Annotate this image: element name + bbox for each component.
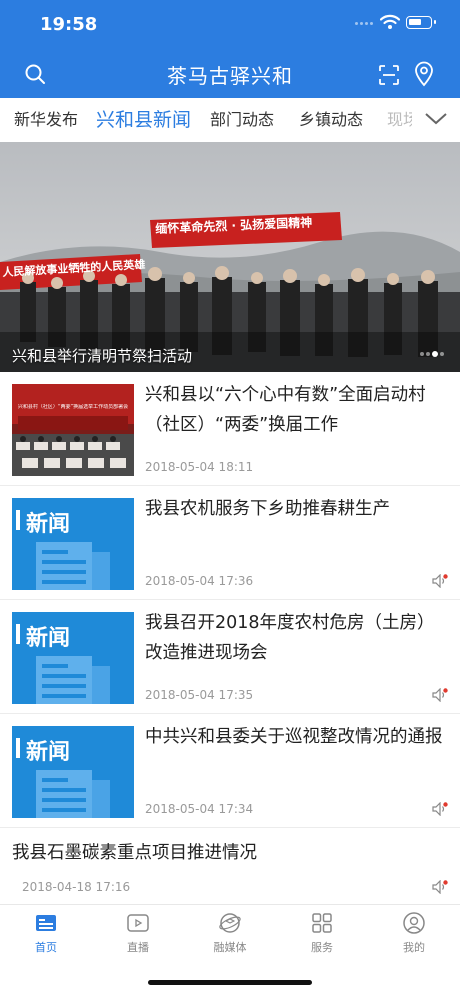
- news-date: 2018-05-04 18:11: [145, 460, 254, 474]
- news-item[interactable]: 我县石墨碳素重点项目推进情况 2018-04-18 17:16: [0, 828, 460, 904]
- scan-icon[interactable]: [378, 64, 400, 86]
- battery-icon: [406, 16, 436, 29]
- location-icon[interactable]: [414, 61, 434, 87]
- news-date: 2018-05-04 17:36: [145, 574, 254, 588]
- news-item[interactable]: 新闻 我县召开2018年度农村危房（土房）改造推进现场会 2018-05-04 …: [0, 600, 460, 714]
- signal-icon: [355, 22, 377, 28]
- news-title: 我县石墨碳素重点项目推进情况: [12, 843, 257, 863]
- home-indicator[interactable]: [148, 980, 312, 985]
- thumbnail-label: 新闻: [26, 512, 71, 537]
- news-title: 兴和县以“六个心中有数”全面启动村（社区）“两委”换届工作: [145, 385, 426, 435]
- news-date: 2018-05-04 17:35: [145, 688, 254, 702]
- news-thumbnail: 新闻: [12, 726, 134, 818]
- home-icon: [36, 915, 56, 931]
- tabbar-home[interactable]: 首页: [0, 911, 92, 955]
- wifi-icon: [380, 14, 400, 29]
- tab-xinhua[interactable]: 新华发布: [14, 98, 78, 142]
- tabbar-label: 首页: [35, 941, 57, 954]
- news-title: 我县农机服务下乡助推春耕生产: [145, 499, 390, 519]
- tab-departments[interactable]: 部门动态: [210, 98, 274, 142]
- news-thumbnail: 新闻: [12, 612, 134, 704]
- newspaper-icon: [36, 656, 110, 704]
- audio-speaker-icon[interactable]: [432, 574, 448, 588]
- newspaper-icon: [36, 770, 110, 818]
- status-time: 19:58: [40, 14, 98, 35]
- profile-icon: [403, 912, 425, 934]
- carousel-indicator: [420, 351, 450, 358]
- tabbar-label: 直播: [127, 941, 149, 954]
- tabbar-media[interactable]: 融媒体: [184, 911, 276, 955]
- media-icon: [219, 913, 241, 933]
- tab-towns[interactable]: 乡镇动态: [299, 98, 363, 142]
- thumbnail-banner-text: 兴和县村（社区）“两委”换届选举工作动员部署会: [17, 404, 129, 410]
- tabbar-label: 融媒体: [213, 941, 247, 954]
- tabs-expand-button[interactable]: [412, 98, 460, 142]
- thumbnail-label: 新闻: [26, 740, 71, 765]
- audio-speaker-icon[interactable]: [432, 688, 448, 702]
- news-item[interactable]: 新闻 中共兴和县委关于巡视整改情况的通报 2018-05-04 17:34: [0, 714, 460, 828]
- news-title: 我县召开2018年度农村危房（土房）改造推进现场会: [145, 613, 435, 663]
- tabbar-services[interactable]: 服务: [276, 911, 368, 955]
- hero-carousel[interactable]: 缅怀革命先烈 · 弘扬爱国精神 人民解放事业牺牲的人民英雄: [0, 142, 460, 372]
- hero-caption[interactable]: 兴和县举行清明节祭扫活动: [12, 345, 192, 366]
- audio-speaker-icon[interactable]: [432, 802, 448, 816]
- news-title: 中共兴和县委关于巡视整改情况的通报: [145, 727, 443, 747]
- newspaper-icon: [36, 542, 110, 590]
- news-thumbnail: 新闻: [12, 498, 134, 590]
- tab-county-news[interactable]: 兴和县新闻: [96, 98, 191, 142]
- news-date: 2018-04-18 17:16: [22, 880, 131, 894]
- meeting-photo: [12, 384, 134, 476]
- hero-image: [0, 142, 460, 372]
- app-header: 19:58 茶马古驿兴和: [0, 0, 460, 98]
- news-item[interactable]: 新闻 我县农机服务下乡助推春耕生产 2018-05-04 17:36: [0, 486, 460, 600]
- tabbar-label: 我的: [403, 941, 425, 954]
- tabbar-profile[interactable]: 我的: [368, 911, 460, 955]
- live-icon: [127, 914, 149, 932]
- thumbnail-label: 新闻: [26, 626, 71, 651]
- category-tabs: 新华发布 兴和县新闻 部门动态 乡镇动态 现场: [0, 98, 460, 143]
- tabbar-label: 服务: [311, 941, 333, 954]
- tabbar-live[interactable]: 直播: [92, 911, 184, 955]
- chevron-down-icon: [425, 113, 447, 125]
- services-icon: [312, 913, 332, 933]
- audio-speaker-icon[interactable]: [432, 880, 448, 894]
- news-thumbnail: 兴和县村（社区）“两委”换届选举工作动员部署会: [12, 384, 134, 476]
- news-item[interactable]: 兴和县村（社区）“两委”换届选举工作动员部署会 兴和县以“六个心中有数”全面启动…: [0, 372, 460, 486]
- news-date: 2018-05-04 17:34: [145, 802, 254, 816]
